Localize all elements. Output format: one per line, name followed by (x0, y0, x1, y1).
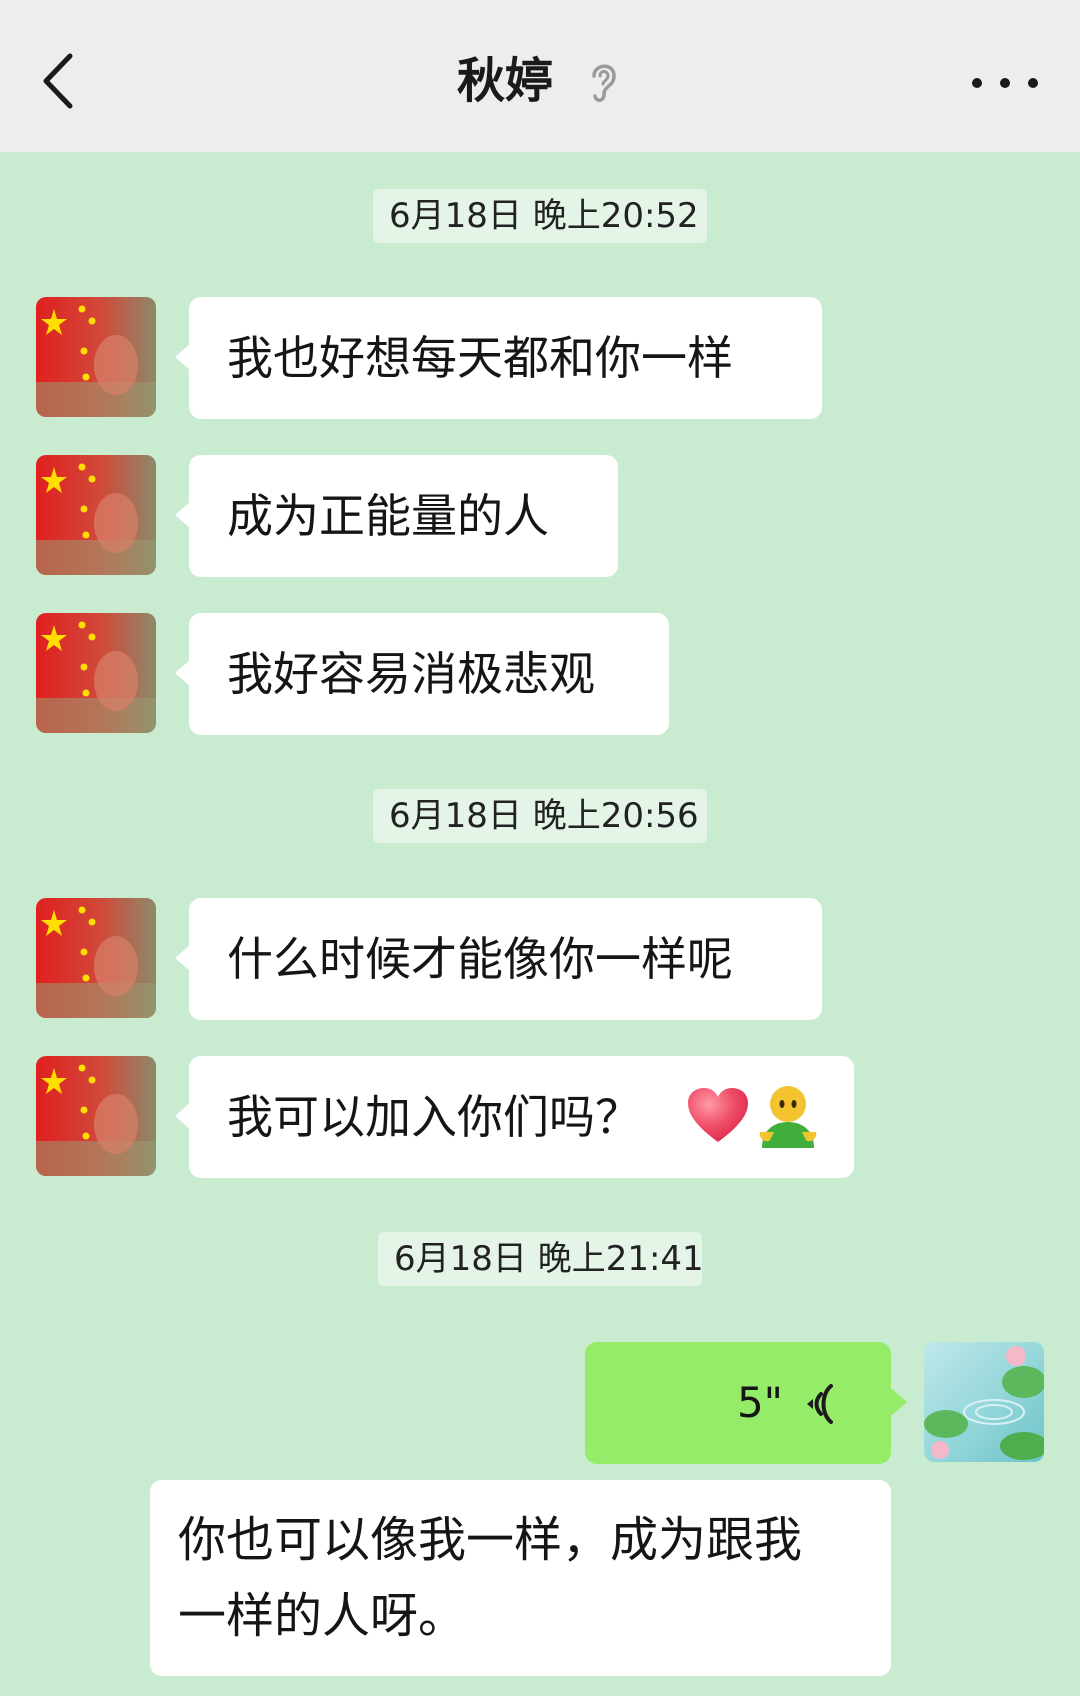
message-bubble[interactable]: 我可以加入你们吗？ (175, 1056, 854, 1178)
contact-avatar-image (36, 613, 156, 733)
contact-avatar-image (36, 1056, 156, 1176)
avatar[interactable] (36, 898, 156, 1018)
chat-area[interactable]: 6月18日 晚上20:52 我也好想每天都和你一样 成为正能量的人 我好容易消极… (0, 152, 1080, 1696)
my-avatar[interactable] (924, 1342, 1044, 1462)
voice-message[interactable]: 5" (585, 1342, 907, 1464)
ear-icon (592, 64, 616, 102)
message-line: 你也可以像我一样，成为跟我 (178, 1512, 803, 1568)
timestamp: 6月18日 晚上20:52 (373, 189, 707, 243)
avatar[interactable] (36, 1056, 156, 1176)
chat-header: 秋婷 (0, 0, 1080, 152)
message-bubble[interactable]: 我好容易消极悲观 (175, 613, 669, 735)
message-bubble[interactable]: 什么时候才能像你一样呢 (175, 898, 822, 1020)
avatar[interactable] (36, 297, 156, 417)
timestamp: 6月18日 晚上21:41 (378, 1232, 704, 1286)
message-bubble[interactable]: 你也可以像我一样，成为跟我 一样的人呀。 (150, 1480, 891, 1676)
contact-avatar-image (36, 455, 156, 575)
voice-duration: 5" (736, 1378, 783, 1427)
contact-avatar-image (36, 898, 156, 1018)
my-avatar-image (924, 1342, 1044, 1462)
voice-wave-icon (807, 1384, 833, 1424)
more-dots-icon[interactable] (960, 66, 1050, 100)
avatar[interactable] (36, 613, 156, 733)
message-bubble[interactable]: 成为正能量的人 (175, 455, 618, 577)
avatar[interactable] (36, 455, 156, 575)
message-text: 我可以加入你们吗？ (227, 1090, 641, 1144)
timestamp: 6月18日 晚上20:56 (373, 789, 707, 843)
person-emoji (759, 1086, 817, 1148)
chat-title: 秋婷 (456, 53, 553, 109)
message-bubble[interactable]: 我也好想每天都和你一样 (175, 297, 822, 419)
contact-avatar-image (36, 297, 156, 417)
heart-emoji (688, 1088, 748, 1142)
message-line: 一样的人呀。 (178, 1588, 467, 1644)
